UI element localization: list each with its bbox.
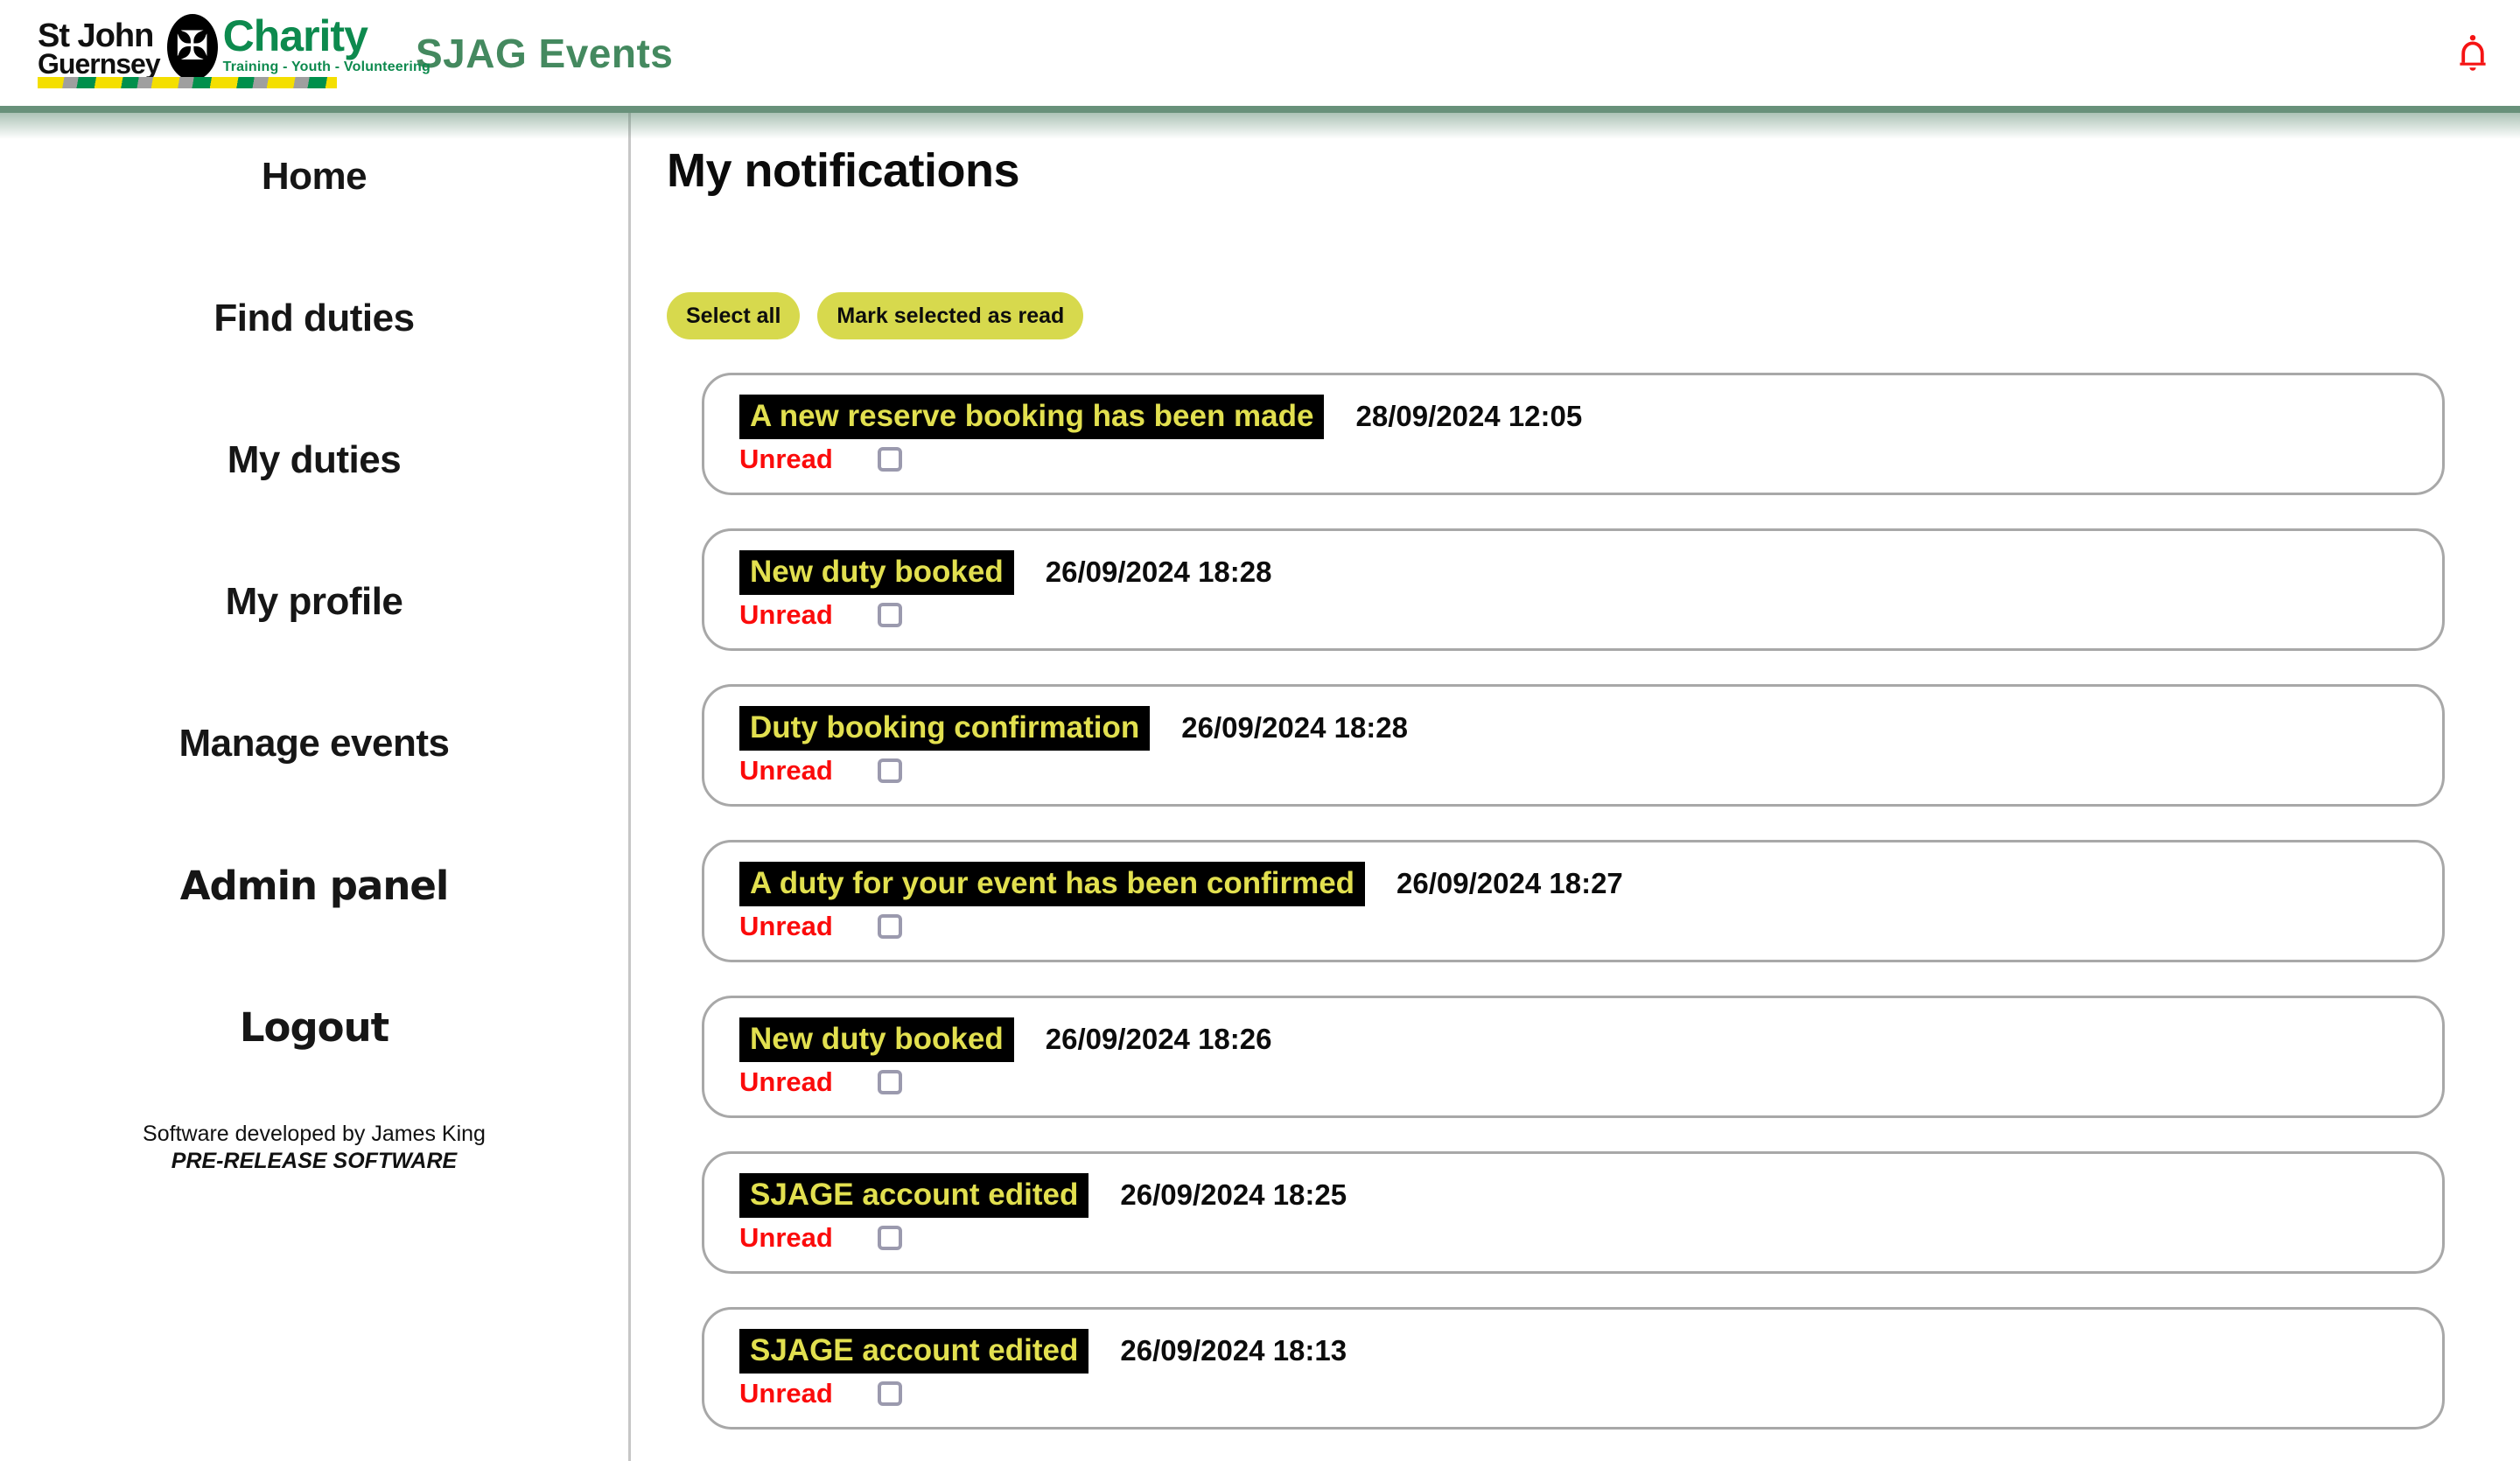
sidebar-item-home[interactable]: Home [0, 106, 628, 248]
main-content: My notifications Select all Mark selecte… [631, 106, 2520, 1461]
notification-select-checkbox[interactable] [878, 1381, 902, 1406]
sidebar-item-find-duties[interactable]: Find duties [0, 248, 628, 389]
sidebar-item-my-profile[interactable]: My profile [0, 531, 628, 673]
mark-selected-as-read-button[interactable]: Mark selected as read [817, 292, 1083, 339]
notification-title: SJAGE account edited [739, 1173, 1088, 1218]
notification-card: SJAGE account edited 26/09/2024 18:25 Un… [702, 1151, 2445, 1274]
notification-select-checkbox[interactable] [878, 603, 902, 627]
notification-card: New duty booked 26/09/2024 18:26 Unread [702, 996, 2445, 1118]
select-all-button[interactable]: Select all [667, 292, 800, 339]
app-header: St John Guernsey ✠ Charity Training - Yo… [0, 0, 2520, 106]
notification-card: Duty booking confirmation 26/09/2024 18:… [702, 684, 2445, 807]
software-credit: Software developed by James King [0, 1121, 628, 1148]
notification-select-checkbox[interactable] [878, 447, 902, 472]
sidebar-item-label: Home [262, 155, 367, 199]
notification-select-checkbox[interactable] [878, 1226, 902, 1250]
notification-card-row2: Unread [739, 911, 2416, 942]
notification-card: SJAGE account edited 26/09/2024 18:13 Un… [702, 1307, 2445, 1430]
page-layout: Home Find duties My duties My profile Ma… [0, 106, 2520, 1461]
notification-status: Unread [739, 444, 833, 475]
notification-title: SJAGE account edited [739, 1329, 1088, 1374]
notification-card: New duty booked 26/09/2024 18:28 Unread [702, 528, 2445, 651]
notification-card-row1: A duty for your event has been confirmed… [739, 862, 2416, 906]
notification-card-row2: Unread [739, 599, 2416, 631]
notification-title: A duty for your event has been confirmed [739, 862, 1365, 906]
sidebar-item-label: Logout [240, 1004, 388, 1051]
notification-card: A new reserve booking has been made 28/0… [702, 373, 2445, 495]
notification-datetime: 26/09/2024 18:28 [1046, 556, 1272, 589]
logo-tagline: Training - Youth - Volunteering [223, 59, 430, 75]
notifications-list: A new reserve booking has been made 28/0… [702, 373, 2445, 1430]
org-logo: St John Guernsey ✠ Charity Training - Yo… [38, 0, 379, 106]
notification-datetime: 26/09/2024 18:28 [1181, 711, 1408, 744]
logo-brand: Charity Training - Youth - Volunteering [223, 14, 430, 75]
logo-name-line1: St John [38, 21, 160, 52]
notification-card-row1: SJAGE account edited 26/09/2024 18:13 [739, 1329, 2416, 1374]
notification-title: A new reserve booking has been made [739, 395, 1324, 439]
notification-datetime: 26/09/2024 18:26 [1046, 1023, 1272, 1056]
sidebar-item-manage-events[interactable]: Manage events [0, 673, 628, 814]
notifications-toolbar: Select all Mark selected as read [667, 292, 2445, 339]
logo-org-name: St John Guernsey [38, 21, 160, 77]
notification-status: Unread [739, 911, 833, 942]
page-title: My notifications [667, 143, 2445, 198]
notification-card-row1: SJAGE account edited 26/09/2024 18:25 [739, 1173, 2416, 1218]
notification-datetime: 26/09/2024 18:13 [1120, 1334, 1347, 1367]
sidebar-item-label: Admin panel [180, 863, 449, 909]
brand-stripe-icon [38, 77, 337, 88]
sidebar-item-label: My duties [228, 438, 401, 482]
notifications-bell-button[interactable] [2452, 27, 2494, 80]
notification-card-row2: Unread [739, 444, 2416, 475]
notification-datetime: 26/09/2024 18:25 [1120, 1178, 1347, 1212]
notification-card-row2: Unread [739, 1378, 2416, 1409]
notification-card-row1: New duty booked 26/09/2024 18:28 [739, 550, 2416, 595]
notification-card: A duty for your event has been confirmed… [702, 840, 2445, 962]
sidebar-nav: Home Find duties My duties My profile Ma… [0, 106, 631, 1461]
notification-status: Unread [739, 1066, 833, 1098]
notification-card-row2: Unread [739, 755, 2416, 786]
notification-title: New duty booked [739, 550, 1014, 595]
logo-brand-word: Charity [223, 14, 430, 58]
sidebar-item-my-duties[interactable]: My duties [0, 389, 628, 531]
sidebar-item-label: Manage events [179, 722, 450, 765]
logo-name-line2: Guernsey [38, 52, 160, 77]
notification-title: Duty booking confirmation [739, 706, 1150, 751]
notification-card-row1: New duty booked 26/09/2024 18:26 [739, 1017, 2416, 1062]
sidebar-item-label: Find duties [214, 297, 414, 340]
notification-status: Unread [739, 1222, 833, 1254]
notification-select-checkbox[interactable] [878, 758, 902, 783]
sidebar-item-logout[interactable]: Logout [0, 956, 628, 1098]
app-title: SJAG Events [416, 30, 673, 77]
release-note: PRE-RELEASE SOFTWARE [0, 1148, 628, 1175]
notification-status: Unread [739, 1378, 833, 1409]
notification-card-row1: A new reserve booking has been made 28/0… [739, 395, 2416, 439]
maltese-cross-glyph: ✠ [175, 25, 209, 66]
sidebar-item-label: My profile [226, 580, 403, 624]
sidebar-item-admin-panel[interactable]: Admin panel [0, 814, 628, 956]
notification-card-row2: Unread [739, 1066, 2416, 1098]
notification-status: Unread [739, 755, 833, 786]
maltese-cross-icon: ✠ [167, 14, 218, 80]
bell-icon [2452, 27, 2494, 80]
sidebar-footer: Software developed by James King PRE-REL… [0, 1121, 628, 1176]
notification-card-row2: Unread [739, 1222, 2416, 1254]
notification-datetime: 28/09/2024 12:05 [1355, 400, 1582, 433]
notification-select-checkbox[interactable] [878, 1070, 902, 1094]
sidebar-items: Home Find duties My duties My profile Ma… [0, 106, 628, 1098]
notification-datetime: 26/09/2024 18:27 [1396, 867, 1623, 900]
notification-select-checkbox[interactable] [878, 914, 902, 939]
notification-status: Unread [739, 599, 833, 631]
notification-card-row1: Duty booking confirmation 26/09/2024 18:… [739, 706, 2416, 751]
notification-title: New duty booked [739, 1017, 1014, 1062]
